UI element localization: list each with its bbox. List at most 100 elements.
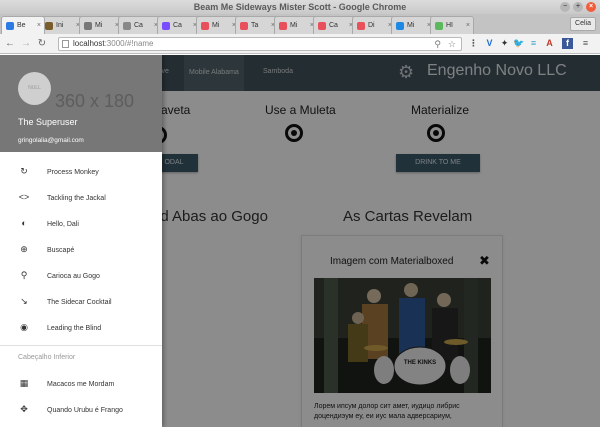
reload-icon[interactable]: ↻ (36, 37, 48, 51)
window-title-bar: Beam Me Sideways Mister Scott - Google C… (0, 0, 600, 14)
drawer-item-icon: ↻ (20, 166, 28, 176)
drawer-item-icon: ▦ (19, 378, 29, 388)
tab-favicon-icon (201, 21, 209, 30)
close-window-button[interactable]: × (586, 2, 596, 12)
drawer-item-icon: ⚲ (20, 270, 28, 280)
drawer-item-label: Macacos me Mordam (47, 381, 115, 388)
drawer-item-icon: ↘ (20, 296, 28, 306)
user-email[interactable]: gringolalia@gmail.com (18, 137, 84, 144)
twitter-icon[interactable]: 🐦 (513, 38, 524, 49)
tab-favicon-icon (84, 21, 92, 30)
tab-1[interactable]: Ini × (40, 16, 84, 34)
drawer-item-label: Leading the Blind (47, 325, 102, 332)
tab-0[interactable]: Be × (1, 16, 45, 34)
drawer-item-icon: ◐ (21, 218, 27, 228)
tab-5[interactable]: Mi × (196, 16, 240, 34)
tab-label: Mi (290, 22, 298, 29)
tab-favicon-icon (318, 21, 326, 30)
tab-label: Ta (251, 22, 259, 29)
drawer-item[interactable]: ✥ Quando Urubu é Frango (0, 398, 162, 424)
drawer-divider (0, 345, 162, 346)
tab-favicon-icon (435, 21, 443, 30)
user-name[interactable]: The Superuser (18, 117, 78, 127)
chrome-menu-icon[interactable]: ≡ (580, 38, 591, 49)
window-controls: − + × (560, 2, 596, 12)
tab-close-icon[interactable]: × (466, 22, 470, 29)
drawer-item-label: Process Monkey (47, 169, 99, 176)
tab-favicon-icon (279, 21, 287, 30)
tab-9[interactable]: Di × (352, 16, 396, 34)
tab-10[interactable]: Mi × (391, 16, 435, 34)
tab-4[interactable]: Ca × (157, 16, 201, 34)
tab-6[interactable]: Ta × (235, 16, 279, 34)
drawer-item[interactable]: ↘ The Sidecar Cocktail (0, 290, 162, 316)
minimize-button[interactable]: − (560, 2, 570, 12)
address-bar[interactable]: localhost:3000/#!name ⚲ ☆ (58, 37, 462, 51)
drawer-item[interactable]: ⊕ Buscapé (0, 238, 162, 264)
tab-strip: Be × Ini × Mi × Ca × Ca × Mi × Ta × Mi × Ca × Di × Mi × HI × Cel… (0, 14, 600, 34)
tab-label: Mi (407, 22, 415, 29)
tab-label: HI (446, 22, 453, 29)
forward-icon[interactable]: → (20, 37, 32, 51)
tab-favicon-icon (45, 21, 53, 30)
tab-favicon-icon (162, 21, 170, 30)
address-host: localhost (73, 39, 105, 48)
placeholder-background-text: 360 x 180 (55, 91, 135, 111)
tab-8[interactable]: Ca × (313, 16, 357, 34)
drawer-item-icon: ◉ (20, 322, 28, 332)
drawer-item[interactable]: <> Tackling the Jackal (0, 186, 162, 212)
tab-label: Ca (134, 22, 143, 29)
extension-lines-icon[interactable]: ≡ (528, 38, 539, 49)
page-icon (62, 40, 69, 48)
tab-label: Mi (212, 22, 220, 29)
drawer-overlay[interactable] (162, 55, 600, 427)
drawer-item[interactable]: ⚲ Carioca au Gogo (0, 264, 162, 290)
drawer-item-label: Carioca au Gogo (47, 273, 100, 280)
tab-label: Ca (329, 22, 338, 29)
drawer-item-icon: ⊕ (20, 244, 28, 254)
tab-favicon-icon (123, 21, 131, 30)
extension-k-icon[interactable]: ✦ (499, 38, 510, 49)
tab-favicon-icon (6, 21, 14, 30)
bookmark-star-icon[interactable]: ☆ (448, 38, 456, 50)
tab-2[interactable]: Mi × (79, 16, 123, 34)
tab-close-icon[interactable]: × (37, 22, 41, 29)
tab-11[interactable]: HI × (430, 16, 474, 34)
menu-icon[interactable]: ⋮ (468, 38, 479, 49)
tab-label: Di (368, 22, 375, 29)
drawer-subheader: Cabeçalho Inferior (18, 354, 76, 361)
page-viewport: ive Mobile Alabama Samboda ⚙ Engenho Nov… (0, 55, 600, 427)
tab-favicon-icon (357, 21, 365, 30)
tab-3[interactable]: Ca × (118, 16, 162, 34)
drawer-item-icon: <> (18, 192, 30, 202)
extension-v-icon[interactable]: V (484, 38, 495, 49)
drawer-item-icon: ✥ (20, 404, 28, 414)
drawer-item-label: Hello, Dali (47, 221, 79, 228)
tab-label: Ca (173, 22, 182, 29)
side-nav-drawer: 360 x 180 NULL The Superuser gringolalia… (0, 55, 162, 427)
tab-7[interactable]: Mi × (274, 16, 318, 34)
drawer-item[interactable]: ▦ Macacos me Mordam (0, 372, 162, 398)
tab-label: Mi (95, 22, 103, 29)
drawer-item-label: The Sidecar Cocktail (47, 299, 112, 306)
drawer-item-label: Buscapé (47, 247, 75, 254)
window-title: Beam Me Sideways Mister Scott - Google C… (193, 2, 407, 12)
address-path: :3000/#!name (104, 39, 154, 48)
back-icon[interactable]: ← (4, 37, 16, 51)
avatar[interactable]: NULL (18, 72, 51, 105)
tab-favicon-icon (396, 21, 404, 30)
profile-button[interactable]: Celia (570, 17, 596, 31)
drawer-user-header: 360 x 180 NULL The Superuser gringolalia… (0, 55, 162, 152)
extension-a-icon[interactable]: A (544, 38, 555, 49)
browser-toolbar: ← → ↻ localhost:3000/#!name ⚲ ☆ ⋮ V ✦ 🐦 … (0, 34, 600, 54)
drawer-item[interactable]: ↻ Process Monkey (0, 160, 162, 186)
maximize-button[interactable]: + (573, 2, 583, 12)
tab-label: Ini (56, 22, 64, 29)
tab-label: Be (17, 22, 26, 29)
facebook-icon[interactable]: f (562, 38, 573, 49)
drawer-item[interactable]: ◉ Leading the Blind (0, 316, 162, 342)
search-icon[interactable]: ⚲ (434, 38, 441, 50)
drawer-item[interactable]: ◐ Hello, Dali (0, 212, 162, 238)
tab-favicon-icon (240, 21, 248, 30)
drawer-item-label: Tackling the Jackal (47, 195, 106, 202)
